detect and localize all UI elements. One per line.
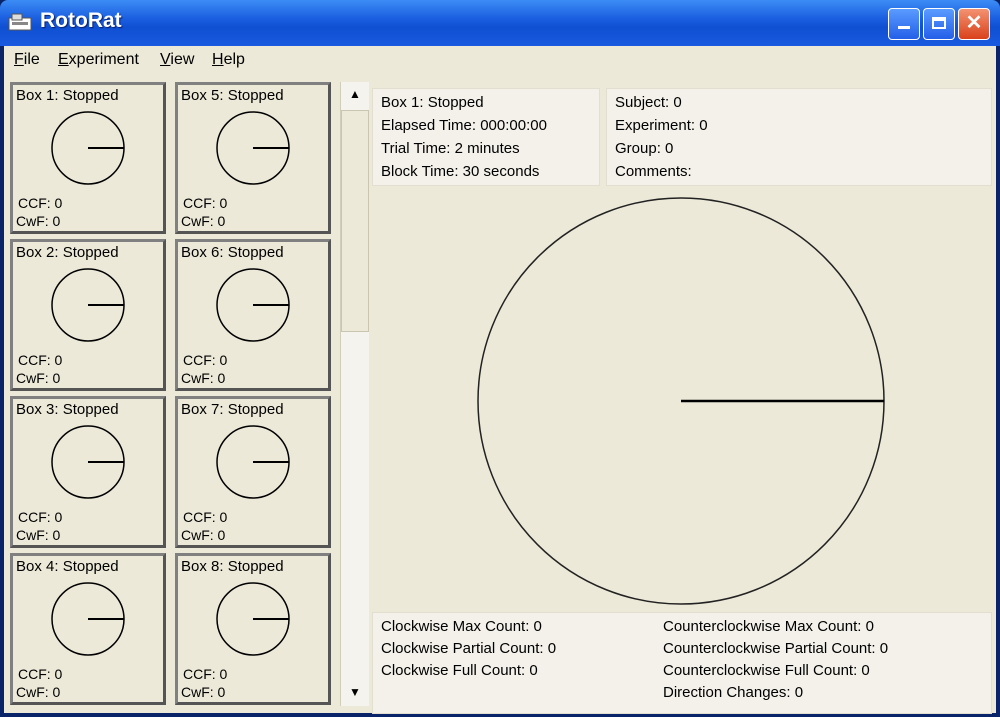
counts-panel: Clockwise Max Count: 0 Clockwise Partial… bbox=[372, 612, 992, 714]
box-dial bbox=[51, 268, 125, 342]
menu-view[interactable]: View bbox=[160, 51, 194, 69]
menu-help[interactable]: Help bbox=[212, 51, 245, 69]
box-panel-1[interactable]: Box 1: Stopped CCF: 0 CwF: 0 bbox=[10, 82, 166, 234]
ccw-full-count: Counterclockwise Full Count: 0 bbox=[663, 662, 870, 679]
box-title: Box 4: Stopped bbox=[16, 558, 119, 575]
maximize-button[interactable] bbox=[923, 8, 955, 40]
box-ccf: CCF: 0 bbox=[183, 509, 228, 525]
box-dial bbox=[216, 268, 290, 342]
status-box: Box 1: Stopped bbox=[381, 94, 484, 111]
box-dial bbox=[216, 111, 290, 185]
block-time: Block Time: 30 seconds bbox=[381, 163, 540, 180]
title-bar[interactable]: RotoRat ✕ bbox=[0, 0, 1000, 46]
box-title: Box 2: Stopped bbox=[16, 244, 119, 261]
box-cwf: CwF: 0 bbox=[181, 684, 226, 700]
box-ccf: CCF: 0 bbox=[18, 666, 63, 682]
maximize-icon bbox=[932, 17, 946, 29]
box-title: Box 8: Stopped bbox=[181, 558, 284, 575]
box-title: Box 5: Stopped bbox=[181, 87, 284, 104]
scroll-up-icon[interactable]: ▲ bbox=[345, 84, 365, 104]
box-panel-7[interactable]: Box 7: Stopped CCF: 0 CwF: 0 bbox=[175, 396, 331, 548]
elapsed-time: Elapsed Time: 000:00:00 bbox=[381, 117, 547, 134]
box-cwf: CwF: 0 bbox=[181, 370, 226, 386]
main-dial bbox=[477, 197, 885, 605]
group-id: Group: 0 bbox=[615, 140, 674, 157]
box-cwf: CwF: 0 bbox=[16, 527, 61, 543]
client-area: File Experiment View Help Box 1: Stopped… bbox=[4, 46, 996, 714]
box-title: Box 3: Stopped bbox=[16, 401, 119, 418]
box-cwf: CwF: 0 bbox=[181, 527, 226, 543]
box-cwf: CwF: 0 bbox=[16, 213, 61, 229]
box-cwf: CwF: 0 bbox=[16, 370, 61, 386]
box-panel-8[interactable]: Box 8: Stopped CCF: 0 CwF: 0 bbox=[175, 553, 331, 705]
box-title: Box 1: Stopped bbox=[16, 87, 119, 104]
cw-partial-count: Clockwise Partial Count: 0 bbox=[381, 640, 557, 657]
box-ccf: CCF: 0 bbox=[18, 509, 63, 525]
window-title: RotoRat bbox=[40, 9, 122, 32]
menu-bar: File Experiment View Help bbox=[4, 46, 996, 76]
scroll-thumb[interactable] bbox=[341, 110, 369, 332]
experiment-id: Experiment: 0 bbox=[615, 117, 708, 134]
box-dial bbox=[51, 425, 125, 499]
cw-max-count: Clockwise Max Count: 0 bbox=[381, 618, 542, 635]
menu-experiment[interactable]: Experiment bbox=[58, 51, 139, 69]
box-panel-3[interactable]: Box 3: Stopped CCF: 0 CwF: 0 bbox=[10, 396, 166, 548]
app-window: RotoRat ✕ File Experiment View Help Box … bbox=[0, 0, 1000, 717]
box-cwf: CwF: 0 bbox=[16, 684, 61, 700]
close-button[interactable]: ✕ bbox=[958, 8, 990, 40]
box-ccf: CCF: 0 bbox=[18, 352, 63, 368]
box-panel-6[interactable]: Box 6: Stopped CCF: 0 CwF: 0 bbox=[175, 239, 331, 391]
box-dial bbox=[216, 582, 290, 656]
box-ccf: CCF: 0 bbox=[183, 666, 228, 682]
cw-full-count: Clockwise Full Count: 0 bbox=[381, 662, 538, 679]
trial-time: Trial Time: 2 minutes bbox=[381, 140, 520, 157]
status-panel: Box 1: Stopped Elapsed Time: 000:00:00 T… bbox=[372, 88, 600, 186]
box-dial bbox=[51, 582, 125, 656]
app-icon bbox=[8, 13, 32, 31]
ccw-partial-count: Counterclockwise Partial Count: 0 bbox=[663, 640, 889, 657]
box-panel-2[interactable]: Box 2: Stopped CCF: 0 CwF: 0 bbox=[10, 239, 166, 391]
box-grid: Box 1: Stopped CCF: 0 CwF: 0 Box 5: Stop… bbox=[10, 82, 340, 712]
box-panel-4[interactable]: Box 4: Stopped CCF: 0 CwF: 0 bbox=[10, 553, 166, 705]
box-title: Box 7: Stopped bbox=[181, 401, 284, 418]
box-title: Box 6: Stopped bbox=[181, 244, 284, 261]
box-list-scrollbar[interactable]: ▲ ▼ bbox=[340, 82, 369, 706]
ccw-max-count: Counterclockwise Max Count: 0 bbox=[663, 618, 874, 635]
menu-file[interactable]: File bbox=[14, 51, 40, 69]
subject-panel: Subject: 0 Experiment: 0 Group: 0 Commen… bbox=[606, 88, 992, 186]
scroll-down-icon[interactable]: ▼ bbox=[345, 682, 365, 702]
box-cwf: CwF: 0 bbox=[181, 213, 226, 229]
box-ccf: CCF: 0 bbox=[183, 352, 228, 368]
close-icon: ✕ bbox=[965, 12, 983, 34]
box-dial bbox=[51, 111, 125, 185]
comments: Comments: bbox=[615, 163, 692, 180]
box-panel-5[interactable]: Box 5: Stopped CCF: 0 CwF: 0 bbox=[175, 82, 331, 234]
box-ccf: CCF: 0 bbox=[18, 195, 63, 211]
subject-id: Subject: 0 bbox=[615, 94, 682, 111]
box-dial bbox=[216, 425, 290, 499]
box-ccf: CCF: 0 bbox=[183, 195, 228, 211]
minimize-button[interactable] bbox=[888, 8, 920, 40]
direction-changes: Direction Changes: 0 bbox=[663, 684, 804, 701]
minimize-icon bbox=[898, 26, 910, 29]
